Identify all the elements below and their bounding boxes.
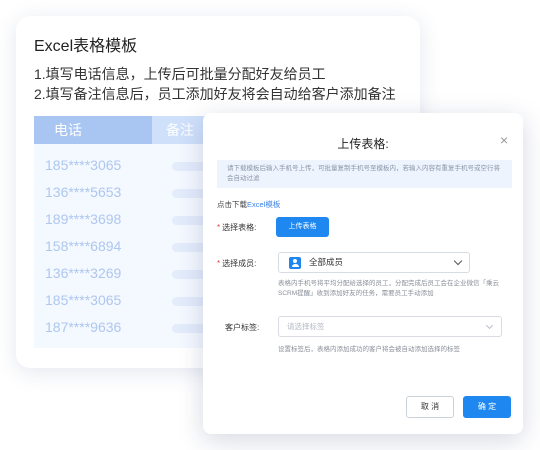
table-cell-phone: 189****3698 bbox=[45, 211, 122, 227]
required-mark: * bbox=[217, 259, 221, 268]
table-cell-phone: 185****3065 bbox=[45, 292, 122, 308]
instruction-2: 2.填写备注信息后，员工添加好友将会自动给客户添加备注 bbox=[34, 86, 396, 102]
table-cell-phone: 187****9636 bbox=[45, 319, 122, 335]
chevron-down-icon bbox=[485, 321, 494, 330]
cancel-button[interactable]: 取 消 bbox=[406, 396, 454, 418]
download-hint-text: 点击下载 bbox=[217, 200, 247, 209]
column-header-note: 备注 bbox=[166, 122, 194, 138]
required-mark: * bbox=[217, 223, 221, 232]
download-template-link[interactable]: Excel模板 bbox=[247, 200, 280, 209]
upload-label-text: 选择表格: bbox=[222, 223, 257, 232]
info-notice: 请下载模板后输入手机号上传，可批量复制手机号至模板内，若输入内容有重复手机号或空… bbox=[217, 160, 512, 188]
close-icon[interactable]: × bbox=[500, 133, 508, 147]
tag-help-text: 设置标签后，表格内添加成功的客户将会被自动添加选择的标签 bbox=[278, 346, 460, 353]
tag-select[interactable]: 请选择标签 bbox=[278, 316, 502, 337]
upload-table-button[interactable]: 上传表格 bbox=[276, 217, 329, 237]
member-select[interactable]: 全部成员 bbox=[278, 252, 470, 273]
member-select-value: 全部成员 bbox=[309, 257, 344, 267]
column-header-phone: 电话 bbox=[34, 116, 152, 144]
instruction-1: 1.填写电话信息，上传后可批量分配好友给员工 bbox=[34, 66, 326, 82]
download-hint: 点击下载Excel模板 bbox=[217, 199, 280, 210]
table-cell-phone: 136****3269 bbox=[45, 265, 122, 281]
upload-field-label: * 选择表格: bbox=[217, 222, 256, 233]
template-title: Excel表格模板 bbox=[34, 38, 138, 55]
confirm-button[interactable]: 确 定 bbox=[463, 396, 511, 418]
tag-field-label: 客户标签: bbox=[225, 323, 260, 332]
table-cell-phone: 158****6894 bbox=[45, 238, 122, 254]
dialog-title: 上传表格: bbox=[337, 137, 389, 151]
upload-table-dialog: 上传表格: × 请下载模板后输入手机号上传，可批量复制手机号至模板内，若输入内容… bbox=[203, 113, 523, 434]
member-field-label: * 选择成员: bbox=[217, 258, 256, 269]
member-label-text: 选择成员: bbox=[222, 259, 257, 268]
table-cell-phone: 136****5653 bbox=[45, 184, 122, 200]
chevron-down-icon bbox=[453, 256, 463, 266]
member-help-text: 表格内手机号将平均分配给选择的员工，分配完成后员工会在企业微信「乘云SCRM提醒… bbox=[278, 280, 499, 297]
member-avatar-icon bbox=[289, 257, 301, 269]
tag-select-placeholder: 请选择标签 bbox=[287, 322, 325, 331]
table-cell-phone: 185****3065 bbox=[45, 157, 122, 173]
